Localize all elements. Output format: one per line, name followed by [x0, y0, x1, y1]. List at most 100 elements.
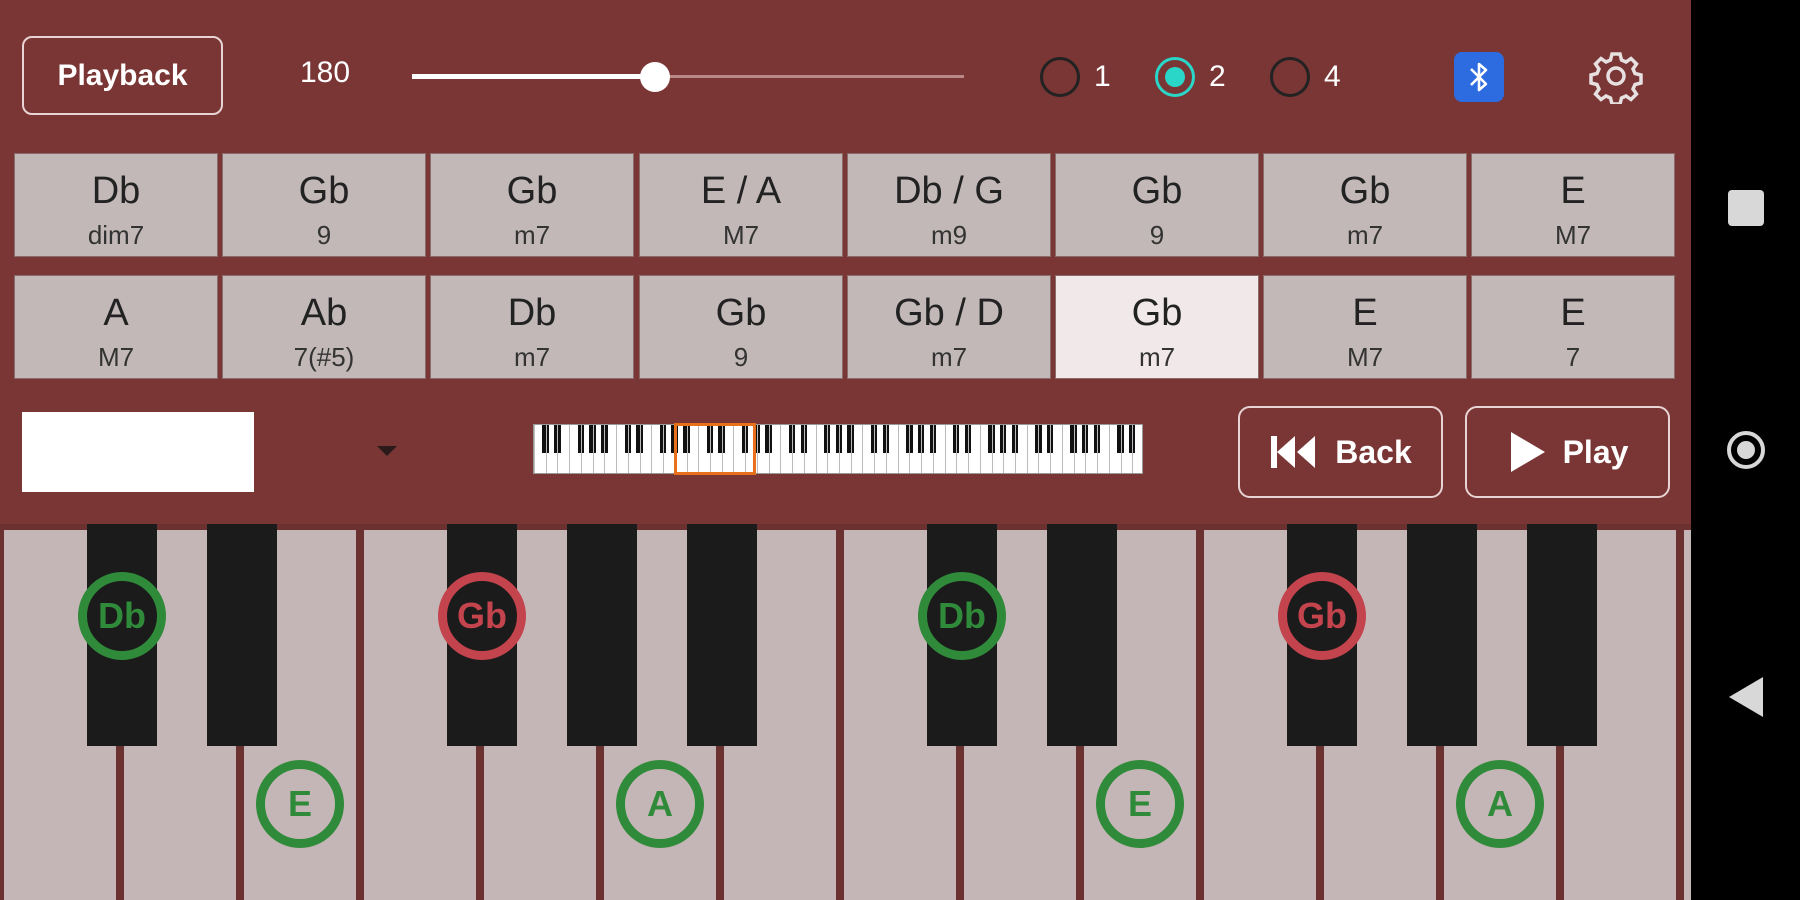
radio-label: 4: [1324, 60, 1341, 93]
note-marker: E: [1096, 760, 1184, 848]
triangle-back-icon: [1728, 677, 1763, 717]
note-marker: Db: [918, 572, 1006, 660]
circle-icon: [1726, 431, 1765, 469]
chord-root: Gb: [506, 170, 558, 212]
note-marker: Gb: [1278, 572, 1366, 660]
mini-white-key-divider: [1085, 425, 1087, 473]
chord-quality: m7: [513, 342, 551, 372]
system-nav-bar: [1691, 0, 1800, 900]
chord-root: E: [1560, 292, 1586, 334]
mini-white-key-divider: [909, 425, 911, 473]
mini-white-key-divider: [850, 425, 852, 473]
mini-white-key-divider: [1014, 425, 1016, 473]
chord-quality: M7: [722, 220, 760, 250]
mini-white-key-divider: [885, 425, 887, 473]
chord-root: Db: [91, 170, 141, 212]
note-marker: E: [256, 760, 344, 848]
tempo-thumb[interactable]: [639, 62, 670, 92]
chord-cell[interactable]: Gb 9: [222, 153, 426, 257]
chord-root: Gb: [1131, 292, 1183, 334]
chord-quality: M7: [1346, 342, 1384, 372]
chord-root: Gb: [298, 170, 350, 212]
chord-cell[interactable]: Db m7: [430, 275, 634, 379]
chord-cell[interactable]: E M7: [1263, 275, 1467, 379]
play-button[interactable]: Play: [1465, 406, 1670, 498]
radio-4[interactable]: 4: [1270, 52, 1341, 102]
mini-white-key-divider: [944, 425, 946, 473]
home-button[interactable]: [1691, 428, 1800, 472]
chord-quality: 9: [1149, 220, 1165, 250]
chord-root: E: [1352, 292, 1378, 334]
mini-white-key-divider: [768, 425, 770, 473]
play-label: Play: [1562, 433, 1629, 470]
chord-cell[interactable]: Gb 9: [639, 275, 843, 379]
chord-cell-active[interactable]: Gb m7: [1055, 275, 1259, 379]
playback-button[interactable]: Playback: [22, 36, 223, 115]
gear-icon: [1589, 52, 1643, 106]
chord-cell[interactable]: A M7: [14, 275, 218, 379]
mini-white-key-divider: [991, 425, 993, 473]
chord-quality: 7: [1565, 342, 1581, 372]
play-icon: [1507, 430, 1547, 474]
black-key[interactable]: [567, 524, 637, 746]
mini-white-key-divider: [534, 425, 535, 473]
mini-white-key-divider: [592, 425, 594, 473]
mini-white-key-divider: [604, 425, 606, 473]
chord-quality: M7: [1554, 220, 1592, 250]
tempo-slider[interactable]: [412, 60, 964, 94]
mini-white-key-divider: [651, 425, 653, 473]
tempo-fill: [412, 74, 655, 79]
black-key[interactable]: [1407, 524, 1477, 746]
radio-circle: [1270, 57, 1310, 97]
chord-cell[interactable]: Gb / D m7: [847, 275, 1051, 379]
chord-root: Db: [507, 292, 557, 334]
chord-quality: m7: [930, 342, 968, 372]
mini-white-key-divider: [1026, 425, 1028, 473]
note-marker: Gb: [438, 572, 526, 660]
back-button[interactable]: Back: [1238, 406, 1443, 498]
mini-white-key-divider: [1073, 425, 1075, 473]
white-key[interactable]: [1684, 530, 1691, 900]
chord-cell[interactable]: E / A M7: [639, 153, 843, 257]
mini-white-key-divider: [1061, 425, 1063, 473]
black-key[interactable]: [207, 524, 277, 746]
mini-keyboard-navigator[interactable]: [533, 424, 1143, 474]
chord-cell[interactable]: E M7: [1471, 153, 1675, 257]
black-key[interactable]: [1527, 524, 1597, 746]
chord-cell[interactable]: Db / G m9: [847, 153, 1051, 257]
mini-white-key-divider: [1050, 425, 1052, 473]
chord-quality: m9: [930, 220, 968, 250]
chord-cell[interactable]: Ab 7(#5): [222, 275, 426, 379]
settings-button[interactable]: [1588, 48, 1644, 106]
chord-cell[interactable]: Gb m7: [1263, 153, 1467, 257]
chord-cell[interactable]: Gb 9: [1055, 153, 1259, 257]
mini-white-key-divider: [1132, 425, 1134, 473]
mini-keyboard-viewport[interactable]: [674, 423, 756, 475]
mini-white-key-divider: [1003, 425, 1005, 473]
black-key[interactable]: [687, 524, 757, 746]
mini-white-key-divider: [780, 425, 782, 473]
mini-white-key-divider: [639, 425, 641, 473]
recents-button[interactable]: [1691, 188, 1800, 228]
chord-cell[interactable]: Db dim7: [14, 153, 218, 257]
chord-cell[interactable]: Gb m7: [430, 153, 634, 257]
mini-white-key-divider: [616, 425, 618, 473]
radio-2[interactable]: 2: [1155, 52, 1226, 102]
color-swatch-box[interactable]: [22, 412, 254, 492]
chord-quality: M7: [97, 342, 135, 372]
mini-white-key-divider: [1108, 425, 1110, 473]
mini-white-key-divider: [627, 425, 629, 473]
mini-white-key-divider: [663, 425, 665, 473]
chord-quality: m7: [1346, 220, 1384, 250]
nav-back-button[interactable]: [1691, 675, 1800, 719]
mini-white-key-divider: [874, 425, 876, 473]
app-window: Playback 180 1 2 4 Db dim7 Gb 9 Gb m7 E / A…: [0, 0, 1691, 900]
dropdown-arrow-icon[interactable]: [377, 446, 397, 456]
piano-keyboard[interactable]: C3 C4 DbGbEADbGbEA: [0, 524, 1691, 900]
black-key[interactable]: [1047, 524, 1117, 746]
mini-white-key-divider: [803, 425, 805, 473]
radio-1[interactable]: 1: [1040, 52, 1111, 102]
chord-quality: 9: [733, 342, 749, 372]
bluetooth-button[interactable]: [1454, 52, 1504, 102]
chord-cell[interactable]: E7: [1471, 275, 1675, 379]
